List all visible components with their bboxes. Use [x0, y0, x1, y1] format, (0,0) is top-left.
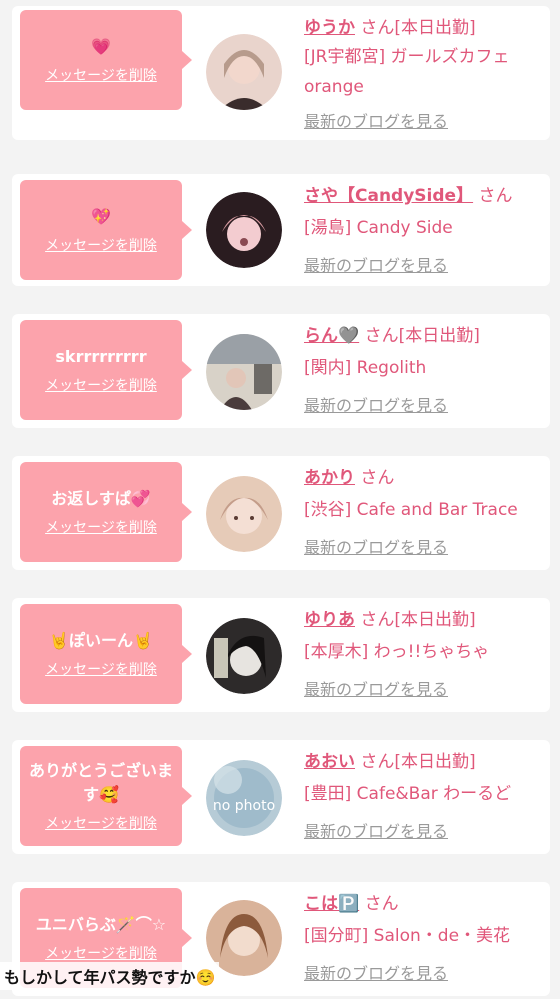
cast-info: らん🩶 さん[本日出勤] [関内] Regolith 最新のブログを見る	[304, 314, 544, 416]
message-bubble: 🤘ぽいーん🤘 メッセージを削除	[20, 604, 192, 704]
shop-name: [関内] Regolith	[304, 358, 427, 378]
honorific: さん	[360, 468, 395, 488]
favorite-card: 💗 メッセージを削除 ゆうか さん[本日出勤] [JR宇都宮] ガールズカフェo…	[12, 6, 550, 140]
no-photo-text: no photo	[213, 798, 275, 814]
favorite-card: 💖 メッセージを削除 さや【CandySide】 さん [湯島] Candy S…	[12, 174, 550, 286]
honorific: さん	[360, 610, 395, 630]
attendance-status: [本日出勤]	[398, 326, 480, 346]
cast-name-link[interactable]: あかり	[304, 468, 355, 488]
avatar[interactable]	[206, 334, 282, 410]
latest-blog-link[interactable]: 最新のブログを見る	[304, 676, 448, 700]
favorite-card: 🤘ぽいーん🤘 メッセージを削除 ゆりあ さん[本日出勤] [本厚木] わっ!!ち…	[12, 598, 550, 712]
delete-message-link[interactable]: メッセージを削除	[45, 65, 157, 85]
cast-info: ゆうか さん[本日出勤] [JR宇都宮] ガールズカフェorange 最新のブロ…	[304, 6, 544, 132]
attendance-status: [本日出勤]	[394, 18, 476, 38]
message-text: 🤘ぽいーん🤘	[49, 631, 153, 650]
honorific: さん	[360, 18, 395, 38]
cast-info: こは🅿️ さん [国分町] Salon・de・美花 最新のブログを見る	[304, 882, 544, 984]
delete-message-link[interactable]: メッセージを削除	[45, 943, 157, 963]
message-bubble: 💖 メッセージを削除	[20, 180, 192, 280]
honorific: さん	[364, 326, 399, 346]
latest-blog-link[interactable]: 最新のブログを見る	[304, 818, 448, 842]
honorific: さん	[360, 752, 395, 772]
message-bubble: ありがとうございます🥰 メッセージを削除	[20, 746, 192, 846]
avatar[interactable]: no photo	[206, 760, 282, 836]
avatar[interactable]	[206, 618, 282, 694]
shop-name: [豊田] Cafe&Bar わーるど	[304, 784, 512, 804]
cast-info: さや【CandySide】 さん [湯島] Candy Side 最新のブログを…	[304, 174, 544, 276]
delete-message-link[interactable]: メッセージを削除	[45, 235, 157, 255]
latest-blog-link[interactable]: 最新のブログを見る	[304, 534, 448, 558]
favorite-card: skrrrrrrrrr メッセージを削除 らん🩶 さん[本日出勤] [関内] R…	[12, 314, 550, 428]
shop-name: [湯島] Candy Side	[304, 218, 453, 238]
message-text: 💖	[91, 207, 111, 226]
attendance-status: [本日出勤]	[394, 610, 476, 630]
avatar[interactable]	[206, 34, 282, 110]
shop-name: [渋谷] Cafe and Bar Trace	[304, 500, 518, 520]
shop-name: [JR宇都宮] ガールズカフェorange	[304, 47, 510, 97]
message-text: ユニバらぶ🪄⌒☆	[35, 915, 167, 934]
latest-blog-link[interactable]: 最新のブログを見る	[304, 252, 448, 276]
delete-message-link[interactable]: メッセージを削除	[45, 813, 157, 833]
cast-name-link[interactable]: らん🩶	[304, 326, 359, 346]
latest-blog-link[interactable]: 最新のブログを見る	[304, 960, 448, 984]
delete-message-link[interactable]: メッセージを削除	[45, 659, 157, 679]
delete-message-link[interactable]: メッセージを削除	[45, 375, 157, 395]
avatar[interactable]	[206, 192, 282, 268]
shop-name: [国分町] Salon・de・美花	[304, 926, 511, 946]
delete-message-link[interactable]: メッセージを削除	[45, 517, 157, 537]
message-text: skrrrrrrrrr	[55, 347, 147, 366]
favorite-card: ありがとうございます🥰 メッセージを削除 no photo あおい さん[本日出…	[12, 740, 550, 854]
message-bubble: 💗 メッセージを削除	[20, 10, 192, 110]
message-text: 💗	[91, 37, 111, 56]
message-text: ありがとうございます🥰	[28, 761, 173, 804]
overlay-caption: もしかして年パス勢ですか☺️	[0, 962, 220, 990]
cast-info: ゆりあ さん[本日出勤] [本厚木] わっ!!ちゃちゃ 最新のブログを見る	[304, 598, 544, 700]
message-bubble: skrrrrrrrrr メッセージを削除	[20, 320, 192, 420]
attendance-status: [本日出勤]	[394, 752, 476, 772]
shop-name: [本厚木] わっ!!ちゃちゃ	[304, 642, 490, 662]
honorific: さん	[478, 186, 513, 206]
avatar[interactable]	[206, 476, 282, 552]
message-text: お返しすぱ💞	[51, 489, 151, 508]
cast-info: あかり さん [渋谷] Cafe and Bar Trace 最新のブログを見る	[304, 456, 544, 558]
latest-blog-link[interactable]: 最新のブログを見る	[304, 392, 448, 416]
cast-info: あおい さん[本日出勤] [豊田] Cafe&Bar わーるど 最新のブログを見…	[304, 740, 544, 842]
message-bubble: お返しすぱ💞 メッセージを削除	[20, 462, 192, 562]
cast-name-link[interactable]: こは🅿️	[304, 894, 359, 914]
honorific: さん	[364, 894, 399, 914]
favorite-card: お返しすぱ💞 メッセージを削除 あかり さん [渋谷] Cafe and Bar…	[12, 456, 550, 570]
cast-name-link[interactable]: あおい	[304, 752, 355, 772]
latest-blog-link[interactable]: 最新のブログを見る	[304, 108, 448, 132]
cast-name-link[interactable]: さや【CandySide】	[304, 186, 473, 206]
cast-name-link[interactable]: ゆうか	[304, 18, 355, 38]
cast-name-link[interactable]: ゆりあ	[304, 610, 355, 630]
